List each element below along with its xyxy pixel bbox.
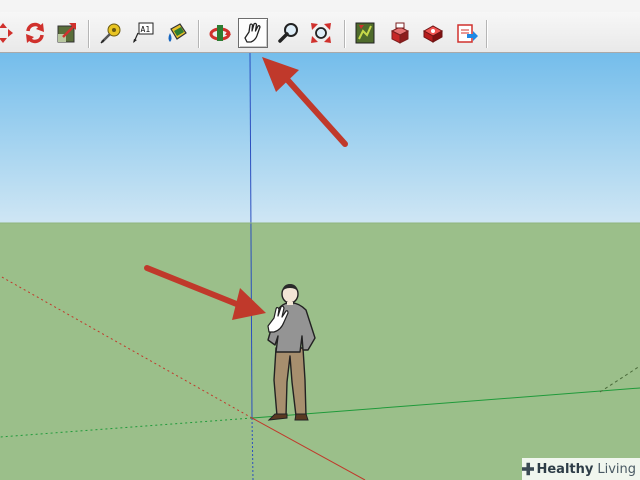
green-axis-dotted <box>0 417 253 438</box>
model-viewport[interactable] <box>0 0 640 480</box>
medical-cross-icon <box>522 462 535 476</box>
green-axis <box>251 387 640 419</box>
annotation-arrow-to-pan-tool <box>262 57 348 147</box>
watermark: Healthy Living <box>522 458 640 480</box>
red-axis <box>251 417 366 480</box>
person-figure[interactable] <box>267 284 316 421</box>
annotation-arrow-to-cursor <box>144 265 266 320</box>
blue-axis <box>249 52 253 419</box>
watermark-brand-a: Healthy <box>536 461 594 477</box>
watermark-brand-b: Living <box>597 461 636 477</box>
blue-axis-dotted <box>251 417 254 480</box>
